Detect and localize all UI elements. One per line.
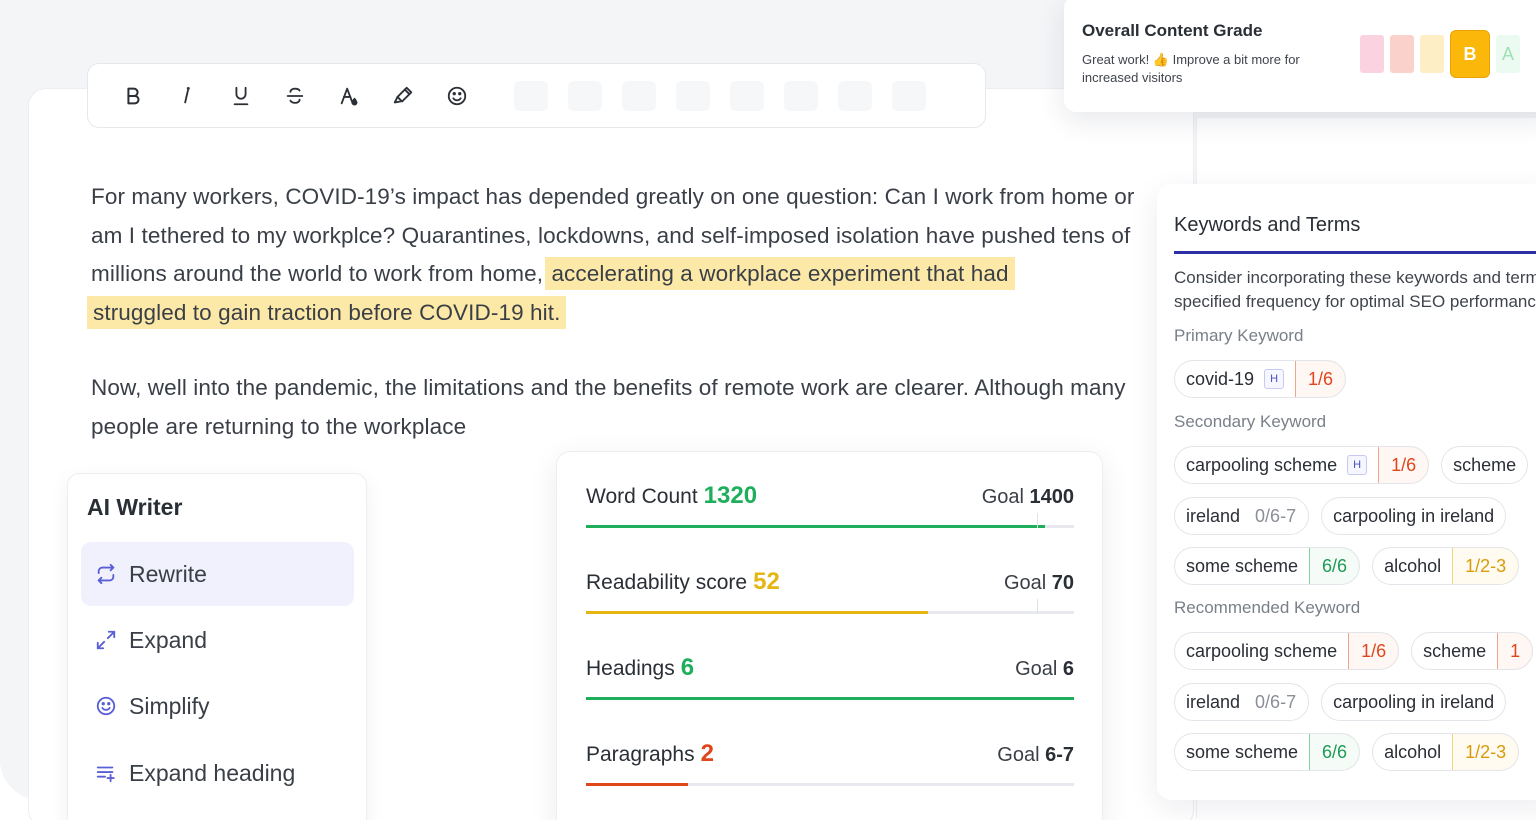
strikethrough-button[interactable]: [268, 76, 322, 116]
keywords-title: Keywords and Terms: [1174, 214, 1361, 236]
expand-heading-button[interactable]: Expand heading: [81, 741, 354, 805]
title-underline: [1174, 251, 1536, 254]
keyword-chip[interactable]: covid-19 H 1/6: [1174, 360, 1347, 398]
expand-button[interactable]: Expand: [81, 608, 354, 672]
italic-icon: [184, 86, 190, 103]
recommended-keyword-row: some scheme 6/6 alcohol 1/2-3: [1174, 733, 1520, 771]
keyword-chip[interactable]: carpooling in ireland: [1321, 497, 1507, 535]
keyword-count: 1/6: [1348, 633, 1399, 669]
simplify-button[interactable]: Simplify: [81, 674, 354, 738]
keyword-chip[interactable]: scheme: [1441, 446, 1529, 484]
progress-bar: [586, 513, 1074, 528]
progress-bar: [586, 783, 1074, 786]
italic-button[interactable]: [160, 76, 214, 116]
word-count-metric: Word Count 1320 Goal 1400: [586, 482, 1074, 528]
current-grade-badge: B: [1450, 30, 1490, 78]
metric-value: 52: [753, 568, 780, 595]
metric-value: 2: [700, 740, 714, 767]
text-color-button[interactable]: [322, 76, 376, 116]
metric-value: 1320: [703, 482, 758, 509]
metric-value: 6: [680, 654, 695, 681]
toolbar-placeholder: [676, 80, 710, 111]
keyword-count: 6/6: [1309, 548, 1360, 584]
keyword-chip[interactable]: ireland 0/6-7: [1174, 683, 1310, 721]
keyword-count: 1/2-3: [1452, 548, 1519, 584]
strikethrough-icon: [286, 87, 304, 104]
underline-icon: [233, 86, 249, 105]
bold-icon: [127, 87, 140, 104]
keyword-chip[interactable]: carpooling scheme H 1/6: [1174, 446, 1430, 484]
keyword-count: 1/6: [1378, 447, 1429, 483]
keywords-description: Consider incorporating these keywords an…: [1174, 268, 1536, 311]
progress-bar: [586, 697, 1074, 700]
toolbar-placeholder: [622, 80, 656, 111]
paragraphs-metric: Paragraphs 2 Goal 6-7: [586, 740, 1074, 786]
keyword-count: 0/6-7: [1255, 505, 1297, 526]
toolbar-placeholder: [838, 80, 872, 111]
expand-heading-icon: [96, 766, 115, 783]
toolbar-placeholder: [892, 80, 926, 111]
keyword-chip[interactable]: carpooling scheme 1/6: [1174, 632, 1400, 670]
headings-metric: Headings 6 Goal 6: [586, 654, 1074, 700]
primary-keyword-row: covid-19 H 1/6: [1174, 360, 1347, 398]
rewrite-icon: [97, 563, 115, 585]
highlight-button[interactable]: [376, 76, 430, 116]
grade-title: Overall Content Grade: [1082, 21, 1263, 40]
expand-icon: [96, 630, 116, 650]
keyword-chip[interactable]: alcohol 1/2-3: [1372, 547, 1520, 585]
emoji-button[interactable]: [430, 76, 484, 116]
toolbar-placeholder: [514, 80, 548, 111]
toolbar-placeholder: [568, 80, 602, 111]
ai-writer-title: AI Writer: [87, 494, 183, 520]
paragraph-2[interactable]: Now, well into the pandemic, the limitat…: [91, 369, 1141, 446]
secondary-keyword-label: Secondary Keyword: [1174, 412, 1327, 431]
ai-writer-panel: AI Writer Rewrite Expand Simplify Expand…: [67, 473, 367, 820]
next-grade-badge: A: [1496, 35, 1520, 73]
progress-bar: [586, 599, 1074, 614]
keyword-chip[interactable]: some scheme 6/6: [1174, 547, 1361, 585]
keyword-count: 6/6: [1309, 734, 1360, 770]
keyword-chip[interactable]: carpooling in ireland: [1321, 683, 1507, 721]
heading-badge: H: [1264, 369, 1285, 389]
underline-button[interactable]: [214, 76, 268, 116]
highlighted-text[interactable]: accelerating a workplace experiment that…: [545, 257, 1015, 290]
keywords-panel: Keywords and Terms Consider incorporatin…: [1157, 184, 1536, 800]
recommended-keyword-label: Recommended Keyword: [1174, 598, 1361, 617]
bold-button[interactable]: [106, 76, 160, 116]
emoji-icon: [447, 86, 467, 105]
keyword-chip[interactable]: some scheme 6/6: [1174, 733, 1361, 771]
rewrite-button[interactable]: Rewrite: [81, 542, 354, 606]
secondary-keyword-row: some scheme 6/6 alcohol 1/2-3: [1174, 547, 1520, 585]
toolbar-placeholder: [730, 80, 764, 111]
document-body[interactable]: For many workers, COVID-19’s impact has …: [87, 178, 1141, 483]
heading-badge: H: [1347, 455, 1368, 475]
primary-keyword-label: Primary Keyword: [1174, 326, 1304, 345]
keyword-count: 0/6-7: [1255, 691, 1297, 712]
grade-subtitle: Great work! 👍 Improve a bit more for inc…: [1082, 52, 1300, 85]
formatting-toolbar: [87, 63, 986, 128]
highlighted-text[interactable]: struggled to gain traction before COVID-…: [87, 295, 567, 329]
recommended-keyword-row: ireland 0/6-7 carpooling in ireland: [1174, 683, 1507, 721]
grade-step: [1390, 35, 1414, 73]
recommended-keyword-row: carpooling scheme 1/6 scheme 1: [1174, 632, 1534, 670]
text-color-icon: [340, 87, 358, 106]
grade-step: [1420, 35, 1444, 73]
keyword-chip[interactable]: alcohol 1/2-3: [1372, 733, 1520, 771]
keyword-count: 1/6: [1295, 361, 1346, 397]
highlighter-icon: [393, 86, 413, 103]
grade-step: [1360, 35, 1384, 73]
secondary-keyword-row: ireland 0/6-7 carpooling in ireland: [1174, 497, 1507, 535]
simplify-icon: [96, 696, 116, 716]
secondary-keyword-row: carpooling scheme H 1/6 scheme: [1174, 446, 1529, 484]
keyword-chip[interactable]: ireland 0/6-7: [1174, 497, 1310, 535]
paragraph-1[interactable]: For many workers, COVID-19’s impact has …: [87, 178, 1141, 332]
toolbar-placeholder: [784, 80, 818, 111]
grade-scale: B A: [1360, 30, 1520, 78]
content-metrics-panel: Word Count 1320 Goal 1400 Readability sco…: [556, 451, 1103, 820]
keyword-count: 1/2-3: [1452, 734, 1519, 770]
keyword-chip[interactable]: scheme 1: [1411, 632, 1534, 670]
readability-metric: Readability score 52 Goal 70: [586, 568, 1074, 614]
content-grade-card: Overall Content Grade Great work! 👍 Impr…: [1064, 0, 1536, 112]
keyword-count: 1: [1497, 633, 1533, 669]
